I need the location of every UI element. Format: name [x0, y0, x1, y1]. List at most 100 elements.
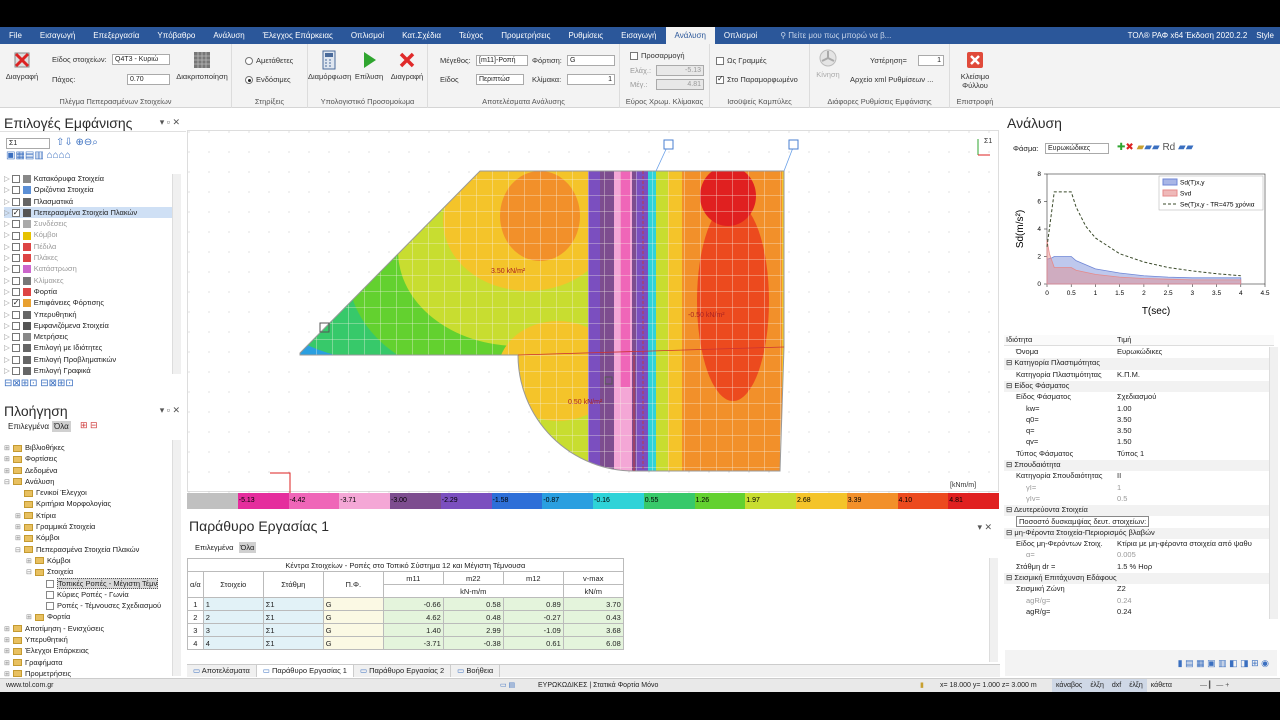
props-row[interactable]: Στάθμη dr = 1.5 % Hορ [1004, 562, 1274, 573]
table-cell[interactable]: 2 [202, 610, 264, 624]
nav-tree-item[interactable]: ⊞ Φορτίσεις [4, 453, 172, 464]
table-cell[interactable]: 4 [202, 636, 264, 650]
table-cell[interactable]: Σ1 [262, 597, 324, 611]
grip-handle[interactable] [788, 139, 799, 150]
checkbox-icon[interactable] [11, 231, 20, 240]
table-cell[interactable]: -3.71 [382, 636, 444, 650]
display-tree-item[interactable]: ▷ Υπερυθητική [4, 309, 174, 320]
display-tree-item[interactable]: ▷ Πλάκες [4, 252, 174, 263]
display-tree-item[interactable]: ▷ Πλασματικά [4, 196, 174, 207]
table-cell[interactable]: 0.48 [442, 610, 504, 624]
spectrum-select[interactable]: Ευρωκώδικες [1045, 143, 1109, 154]
display-tree-item[interactable]: ▷ Πέδιλα [4, 241, 174, 252]
mesh-delete-button[interactable]: Διαγραφή [4, 50, 40, 81]
props-row[interactable]: agR/g= 0.24 [1004, 596, 1274, 607]
xml-settings-link[interactable]: Αρχείο xml Ρυθμίσεων ... [850, 75, 933, 84]
table-cell[interactable]: 0.58 [442, 597, 504, 611]
expander-icon[interactable]: ▷ [4, 185, 10, 194]
nav-tree-item[interactable]: ⊞ Γραφήματα [4, 657, 172, 668]
expander-icon[interactable]: ▷ [4, 343, 10, 352]
display-tree-item[interactable]: ▷ Κλίμακες [4, 275, 174, 286]
display-tree-item[interactable]: ▷ Εμφανιζόμενα Στοιχεία [4, 320, 174, 331]
table-cell[interactable]: G [322, 610, 384, 624]
checkbox-icon[interactable] [11, 254, 20, 263]
model-canvas[interactable]: 3.50 kN/m² -0.50 kN/m² 0.50 kN/m² Σ1 [kN… [187, 130, 1000, 493]
table-cell[interactable]: G [322, 636, 384, 650]
props-row[interactable]: Είδος Φάσματος Σχεδιασμού [1004, 392, 1274, 403]
nav-tree-item[interactable]: ⊞ Κόμβοι [4, 532, 172, 543]
bottom-tab[interactable]: ▭ Αποτελέσματα [187, 665, 257, 677]
props-row[interactable]: q0= 3.50 [1004, 415, 1274, 426]
support-fixed-radio[interactable]: Αμετάθετες [245, 56, 293, 66]
bottom-tab[interactable]: ▭ Παράθυρο Εργασίας 1 [256, 665, 354, 677]
display-tree-item[interactable]: ▷ Κατακόρυφα Στοιχεία [4, 173, 174, 184]
nav-tree-item[interactable]: Κριτήρια Μορφολογίας [4, 498, 172, 509]
table-row[interactable]: 2 2 Σ1 G 4.62 0.48 -0.27 0.43 [187, 610, 624, 624]
menu-tab[interactable]: File [0, 27, 31, 44]
menu-tab[interactable]: Εισαγωγή [31, 27, 84, 44]
discretize-button[interactable]: Διακριτοποίηση [174, 50, 230, 81]
checkbox-icon[interactable] [11, 367, 20, 376]
nav-tree-item[interactable]: Γενικοί Έλεγχοι [4, 487, 172, 498]
expander-icon[interactable]: ▷ [4, 366, 10, 375]
load-select[interactable]: G [567, 55, 615, 66]
zoom-slider[interactable]: — ▎ — + [1200, 679, 1229, 693]
menu-tab[interactable]: Επεξεργασία [84, 27, 148, 44]
contour-plot[interactable]: 3.50 kN/m² -0.50 kN/m² 0.50 kN/m² Σ1 [kN… [188, 131, 1000, 493]
table-cell[interactable]: 0.89 [502, 597, 564, 611]
expander-icon[interactable]: ▷ [4, 276, 10, 285]
display-bottom-tools-icon[interactable]: ⊟⊠⊞⊡ ⊟⊠⊞⊡ [4, 378, 74, 389]
display-tree-item[interactable]: ▷ Οριζόντια Στοιχεία [4, 184, 174, 195]
kind-select[interactable]: Περιπτώσ [476, 74, 524, 85]
motion-button[interactable]: Κίνηση [814, 48, 842, 79]
nav-tree-item[interactable]: Ροπές - Τέμνουσες Σχεδιασμού [4, 600, 172, 611]
display-tree-item[interactable]: ▷ Επιφάνειες Φόρτισης [4, 297, 174, 308]
menu-tab[interactable]: Οπλισμοί [342, 27, 393, 44]
nav-tree-item[interactable]: ⊟ Στοιχεία [4, 566, 172, 577]
props-row[interactable]: γI= 1 [1004, 483, 1274, 494]
table-cell[interactable]: 1 [202, 597, 264, 611]
table-cell[interactable]: 3 [202, 623, 264, 637]
table-cell[interactable]: 4.62 [382, 610, 444, 624]
expand-collapse-icon[interactable]: ⊞ ⊟ [80, 420, 98, 431]
expander-icon[interactable]: ▷ [4, 242, 10, 251]
nav-tree-item[interactable]: ⊞ Φορτία [4, 611, 172, 622]
work-tab-selected[interactable]: Επιλεγμένα [195, 543, 233, 552]
nav-tree-item[interactable]: ⊞ Κτίρια [4, 510, 172, 521]
snap-toggle[interactable]: έλξη [1125, 679, 1147, 693]
expander-icon[interactable]: ▷ [4, 208, 10, 217]
expander-icon[interactable]: ▷ [4, 355, 10, 364]
props-tools-icon[interactable]: ▮ ▤ ▦ ▣ ▥ ◧ ◨ ⊞ ◉ [1178, 658, 1269, 669]
table-row[interactable]: 3 3 Σ1 G 1.40 2.99 -1.09 3.68 [187, 623, 624, 637]
menu-tab[interactable]: Έλεγχος Επάρκειας [254, 27, 342, 44]
close-sheet-button[interactable]: Κλείσιμο Φύλλου [952, 50, 998, 90]
expander-icon[interactable]: ▷ [4, 264, 10, 273]
checkbox-icon[interactable] [11, 265, 20, 274]
checkbox-icon[interactable] [11, 287, 20, 296]
expander-icon[interactable]: ▷ [4, 197, 10, 206]
menu-tab[interactable]: Ρυθμίσεις [559, 27, 612, 44]
expander-icon[interactable]: ▷ [4, 230, 10, 239]
menu-tab[interactable]: Ανάλυση [665, 27, 715, 44]
spectrum-tools-icon[interactable]: ✚✖ ▰▰▰ Rd ▰▰ [1117, 142, 1193, 153]
table-cell[interactable]: Σ1 [262, 623, 324, 637]
menu-tab[interactable]: Υπόβαθρο [148, 27, 204, 44]
model-delete-button[interactable]: Διαγραφή [388, 50, 426, 81]
nav-tree-item[interactable]: ⊞ Δεδομένα [4, 465, 172, 476]
props-row[interactable]: α= 0.005 [1004, 550, 1274, 561]
display-tree-item[interactable]: ▷ Επιλογή Προβληματικών [4, 354, 174, 365]
menu-tab[interactable]: Τεύχος [450, 27, 492, 44]
checkbox-icon[interactable] [11, 186, 20, 195]
snap-toggle[interactable]: κάθετα [1147, 679, 1176, 693]
style-menu[interactable]: Style [1256, 31, 1274, 40]
table-cell[interactable]: -0.66 [382, 597, 444, 611]
min-input[interactable]: -5.13 [656, 65, 704, 76]
nav-tree-item[interactable]: ⊞ Βιβλιοθήκες [4, 442, 172, 453]
table-cell[interactable]: 0.61 [502, 636, 564, 650]
level-select[interactable]: Σ1 [6, 138, 50, 149]
checkbox-icon[interactable] [11, 355, 20, 364]
table-row[interactable]: 1 1 Σ1 G -0.66 0.58 0.89 3.70 [187, 597, 624, 611]
menu-tab[interactable]: Προμετρήσεις [492, 27, 559, 44]
menu-tab[interactable]: Οπλισμοί [715, 27, 766, 44]
solve-button[interactable]: Επίλυση [352, 50, 386, 81]
